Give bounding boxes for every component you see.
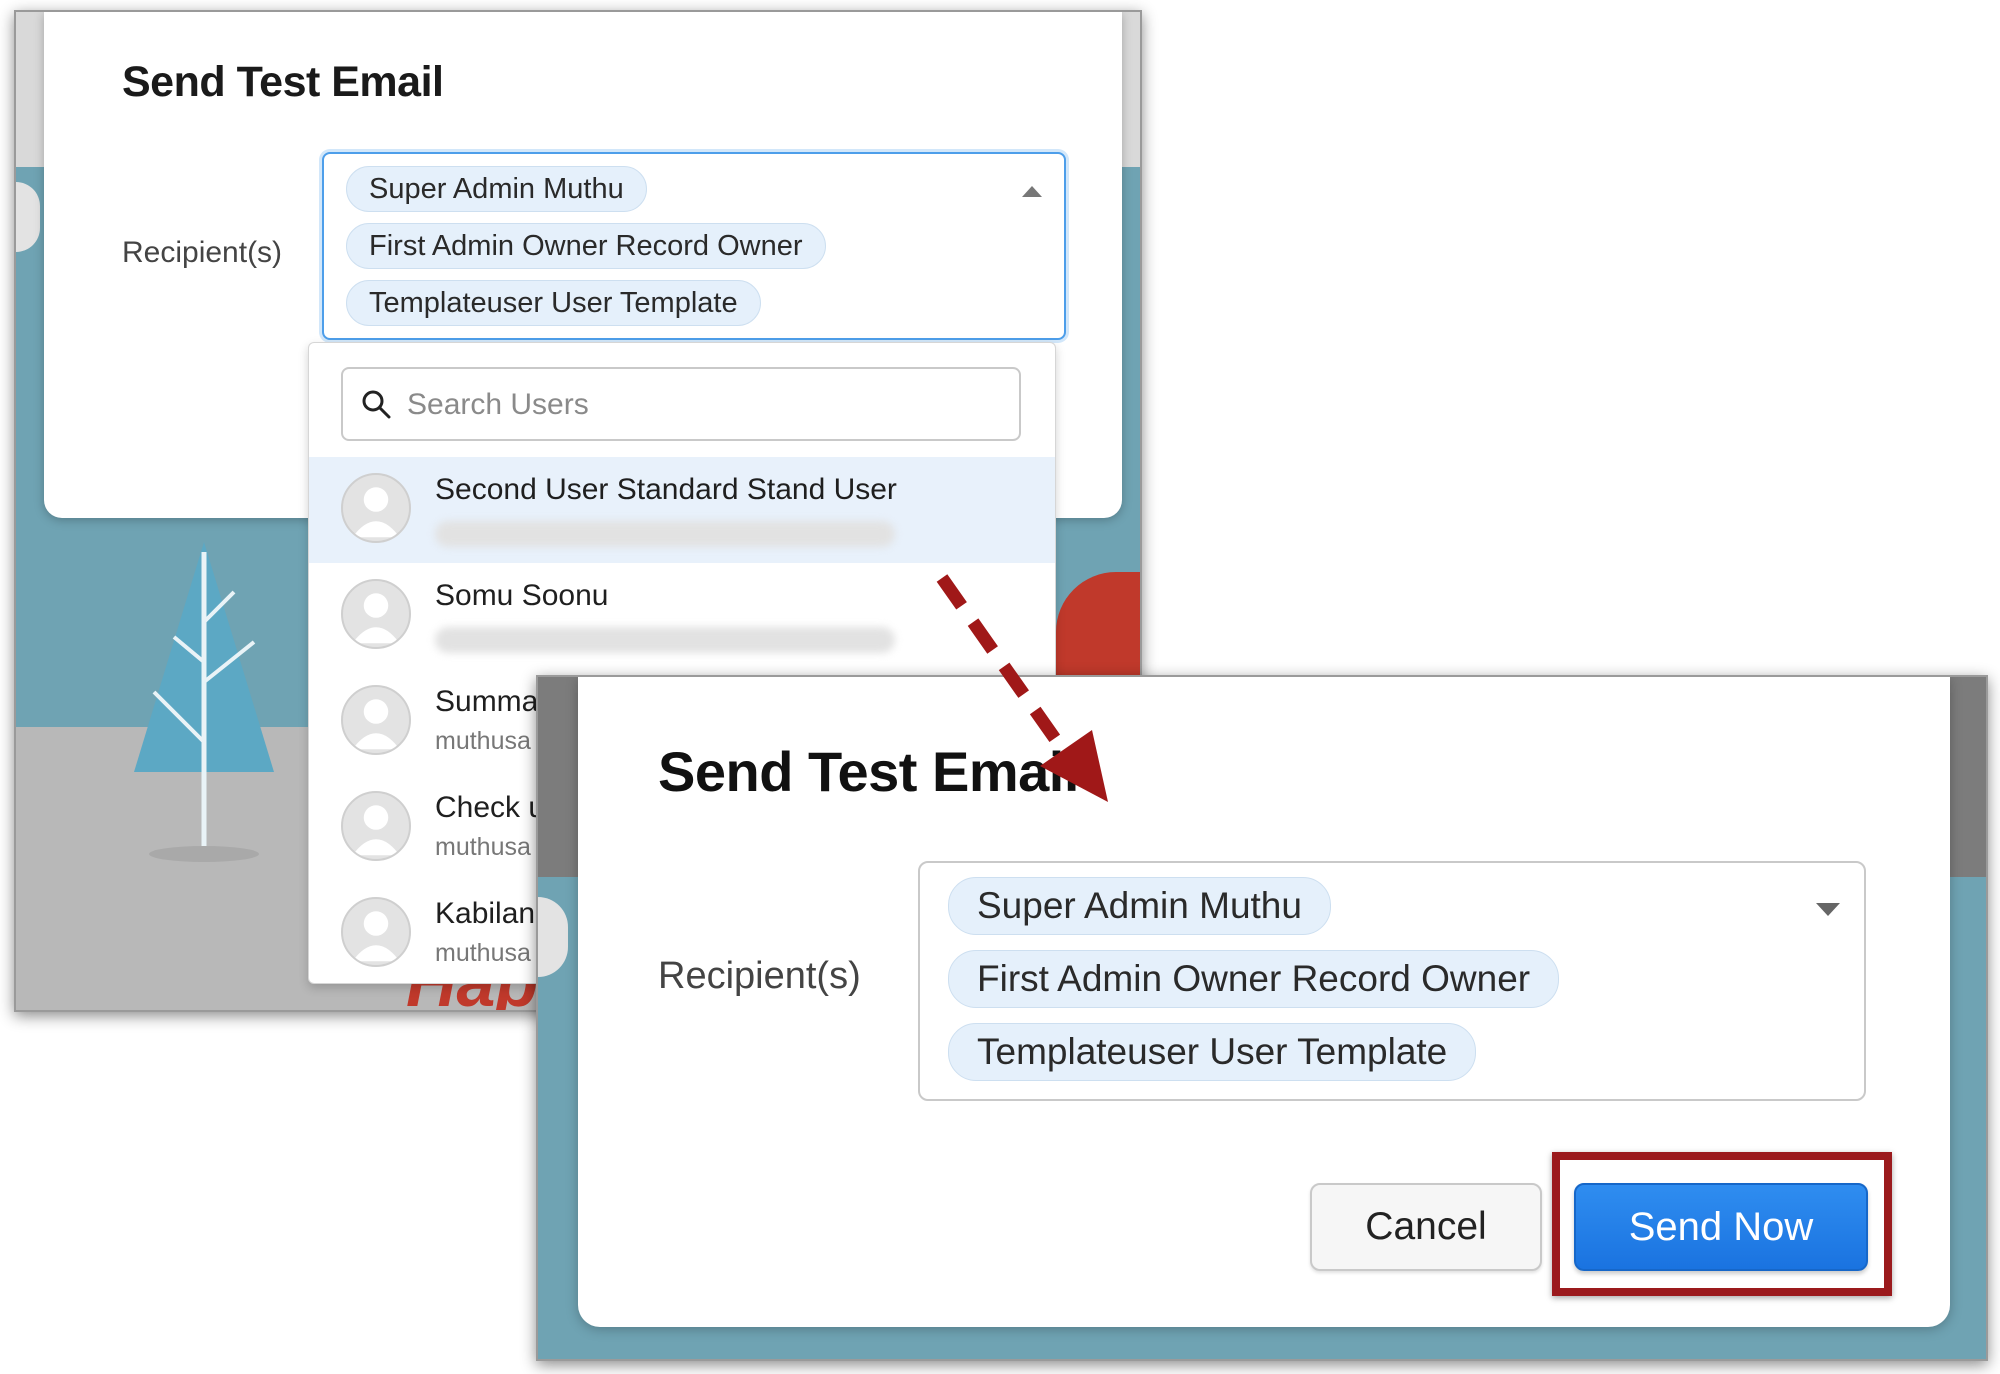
user-email: muthusa xyxy=(435,727,531,755)
user-name: Check u xyxy=(435,791,546,824)
user-option[interactable]: Second User Standard Stand User xyxy=(309,457,1055,563)
tree-illustration xyxy=(134,542,274,862)
user-avatar-icon xyxy=(341,685,411,755)
recipient-pill[interactable]: First Admin Owner Record Owner xyxy=(346,223,826,269)
recipient-pill[interactable]: Super Admin Muthu xyxy=(948,877,1331,935)
user-name: Summa xyxy=(435,685,539,718)
user-avatar-icon xyxy=(341,579,411,649)
user-email-redacted xyxy=(435,627,895,653)
user-avatar-icon xyxy=(341,897,411,967)
user-avatar-icon xyxy=(341,473,411,543)
recipient-pill[interactable]: Super Admin Muthu xyxy=(346,166,647,212)
recipient-pill[interactable]: Templateuser User Template xyxy=(948,1023,1477,1081)
send-now-highlight xyxy=(1552,1152,1892,1296)
user-avatar-icon xyxy=(341,791,411,861)
dashed-arrow xyxy=(936,574,1108,802)
user-email: muthusa xyxy=(435,833,531,861)
cancel-button[interactable]: Cancel xyxy=(1310,1183,1542,1271)
caret-up-icon[interactable] xyxy=(1022,186,1042,197)
caret-down-icon[interactable] xyxy=(1816,903,1840,916)
recipients-select[interactable]: Super Admin Muthu First Admin Owner Reco… xyxy=(322,152,1066,340)
recipient-pill[interactable]: First Admin Owner Record Owner xyxy=(948,950,1560,1008)
user-email-redacted xyxy=(435,521,895,547)
recipient-pill[interactable]: Templateuser User Template xyxy=(346,280,761,326)
user-name: Kabilan xyxy=(435,897,536,930)
recipients-label: Recipient(s) xyxy=(658,955,861,997)
search-box[interactable] xyxy=(341,367,1021,441)
recipients-select[interactable]: Super Admin Muthu First Admin Owner Reco… xyxy=(918,861,1866,1101)
recipients-label: Recipient(s) xyxy=(122,236,283,269)
search-users-input[interactable] xyxy=(405,379,989,431)
user-name: Second User Standard Stand User xyxy=(435,473,897,506)
user-name: Somu Soonu xyxy=(435,579,609,612)
dialog-title: Send Test Email xyxy=(122,58,444,106)
user-email: muthusa xyxy=(435,939,531,967)
search-icon xyxy=(362,390,391,419)
